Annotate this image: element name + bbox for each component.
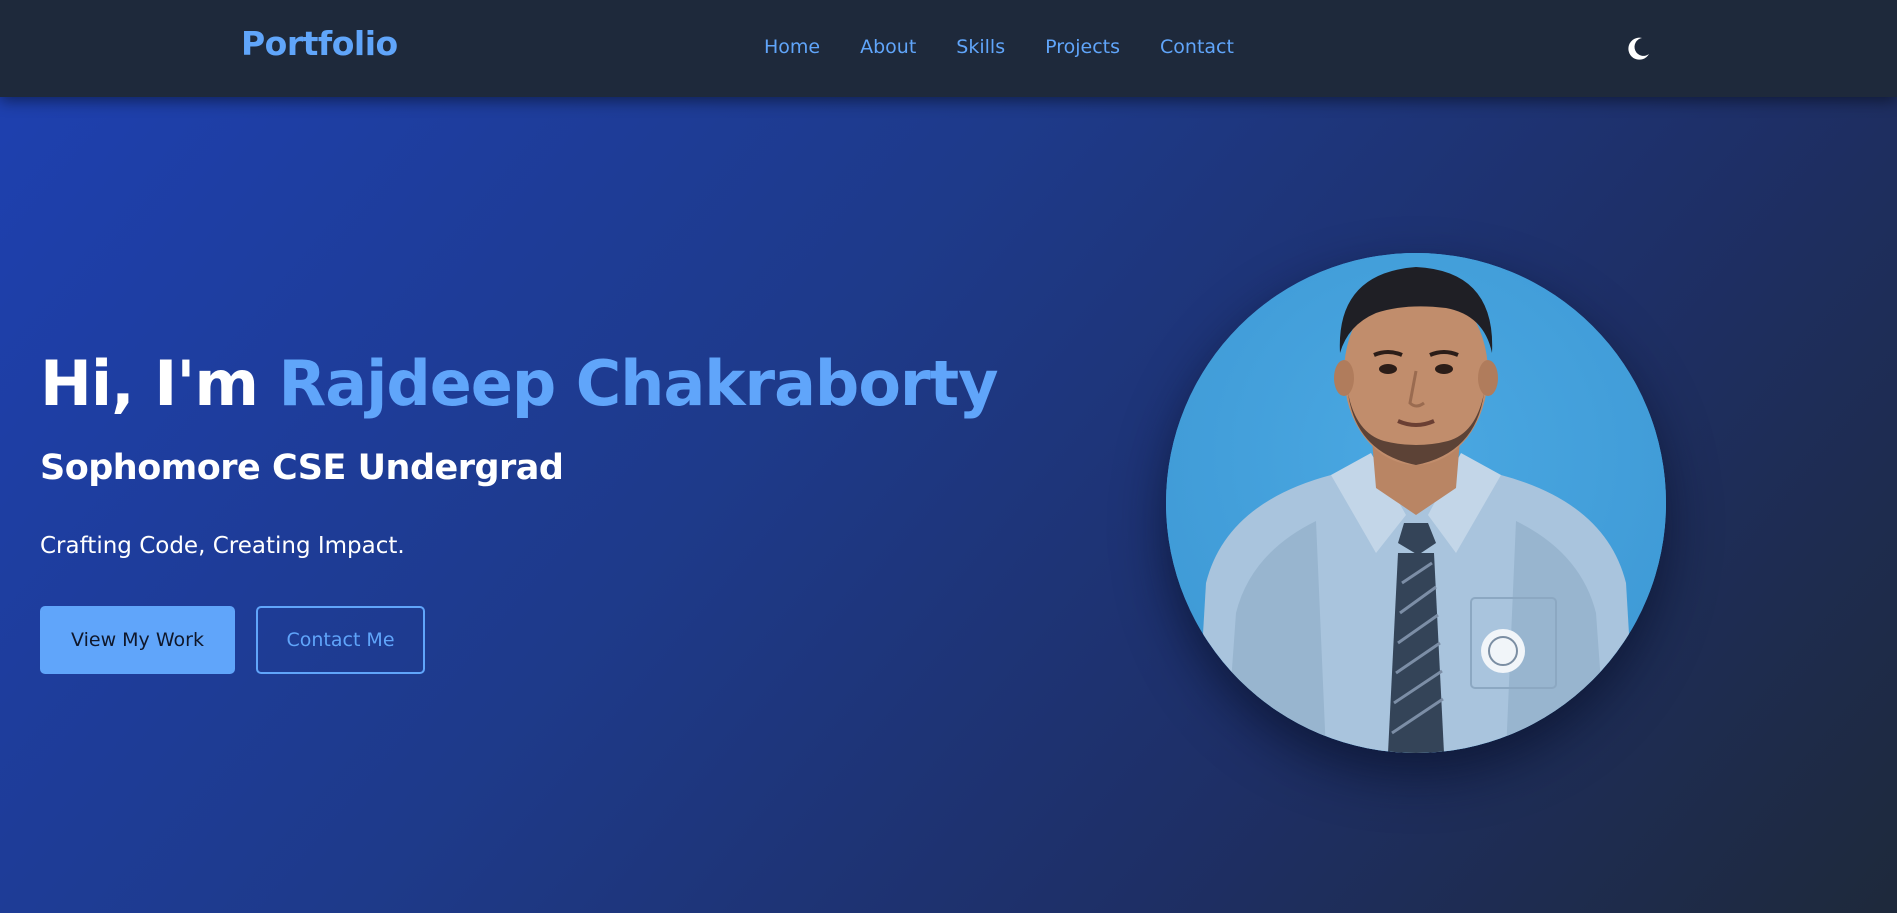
moon-icon [1628,37,1649,60]
hero-subtitle: Sophomore CSE Undergrad [40,448,564,488]
hero-section: Hi, I'm Rajdeep Chakraborty Sophomore CS… [0,97,1897,913]
hero-greeting: Hi, I'm [40,347,259,420]
brand-logo[interactable]: Portfolio [241,24,398,63]
nav-links: Home About Skills Projects Contact [764,36,1234,58]
contact-me-button[interactable]: Contact Me [256,606,425,674]
nav-link-home[interactable]: Home [764,36,820,58]
nav-link-contact[interactable]: Contact [1160,36,1234,58]
nav-link-projects[interactable]: Projects [1045,36,1120,58]
view-my-work-button[interactable]: View My Work [40,606,235,674]
theme-toggle-button[interactable] [1622,32,1654,64]
navbar: Portfolio Home About Skills Projects Con… [0,0,1897,97]
nav-link-about[interactable]: About [860,36,916,58]
hero-name: Rajdeep Chakraborty [278,347,999,420]
profile-photo [1166,253,1666,753]
nav-link-skills[interactable]: Skills [956,36,1005,58]
hero-title: Hi, I'm Rajdeep Chakraborty [40,347,999,420]
hero-tagline: Crafting Code, Creating Impact. [40,533,405,559]
